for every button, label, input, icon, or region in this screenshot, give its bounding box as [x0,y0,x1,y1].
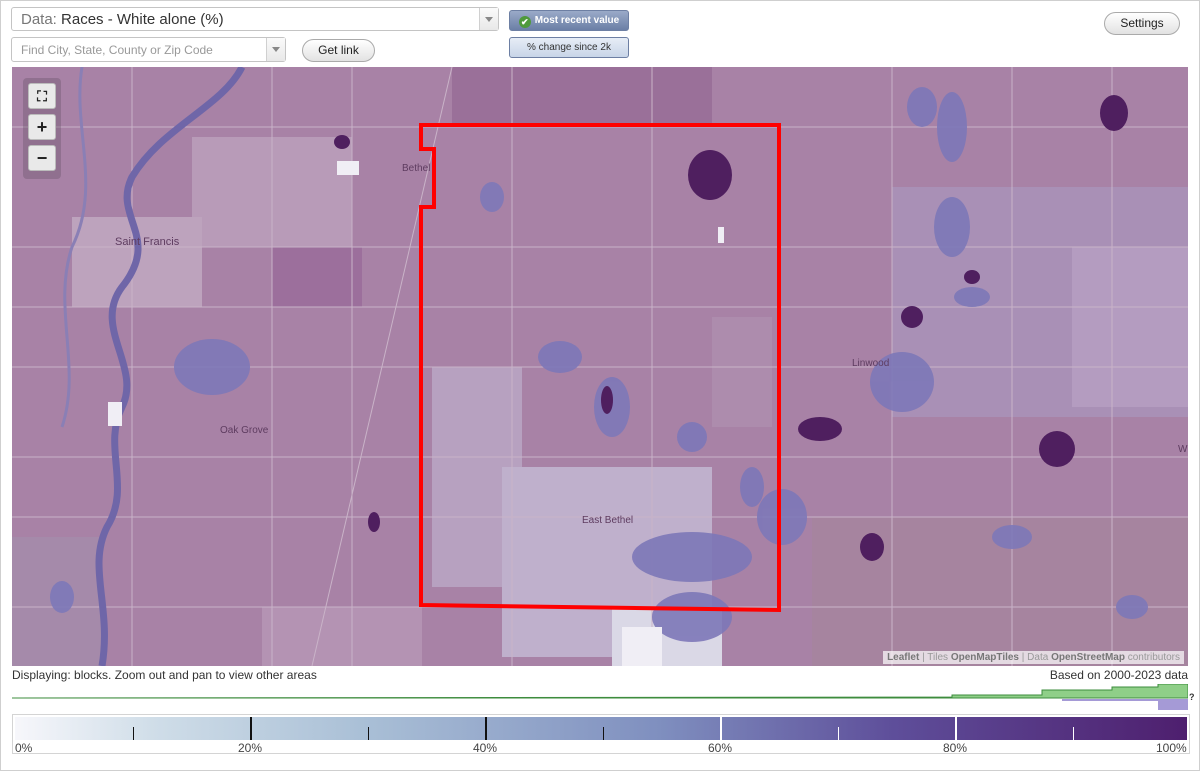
tiles-prefix: Tiles [927,652,949,663]
legend-tick [368,727,369,740]
get-link-button[interactable]: Get link [302,39,375,62]
zoom-control: ⛶ + − [23,78,61,179]
legend-label: 20% [238,741,263,755]
map-canvas [12,67,1188,666]
legend-label: 80% [943,741,968,755]
legend-label: 100% [1156,741,1187,755]
most-recent-label: Most recent value [534,15,620,26]
search-input[interactable] [12,38,264,61]
legend-tick [838,727,839,740]
place-label-linwood: Linwood [852,358,890,369]
map-attribution: Leaflet | Tiles OpenMapTiles | Data Open… [883,651,1184,664]
dark-block [272,247,362,307]
legend-label: 60% [708,741,733,755]
data-select-text: Data: Races - White alone (%) [21,11,224,28]
openmaptiles-link[interactable]: OpenMapTiles [951,652,1019,663]
percent-change-button[interactable]: % change since 2k [509,37,629,58]
settings-button[interactable]: Settings [1104,12,1180,35]
check-icon: ✔ [518,16,531,28]
displaying-note: Displaying: blocks. Zoom out and pan to … [12,668,317,682]
openstreetmap-link[interactable]: OpenStreetMap [1051,652,1125,663]
place-label-saint-francis: Saint Francis [115,236,180,248]
legend-tick [955,717,957,740]
data-value: Races - White alone (%) [61,11,224,28]
legend-tick [720,717,722,740]
histogram-positive [12,684,1188,699]
data-range-note: Based on 2000-2023 data [1049,668,1188,682]
legend-gradient [15,717,1187,740]
contributors-text: contributors [1127,652,1180,663]
zoom-out-button[interactable]: − [28,145,56,171]
place-label-edge: W [1178,444,1188,455]
place-label-oak-grove: Oak Grove [220,425,269,436]
histogram-help-icon[interactable]: ? [1189,692,1195,702]
legend-label: 40% [473,741,498,755]
place-label-bethel: Bethel [402,163,431,174]
legend-tick [133,727,134,740]
data-label: Data: [21,11,57,28]
chevron-down-icon[interactable] [266,38,285,61]
data-prefix: Data [1027,652,1049,663]
map-view[interactable]: Bethel Saint Francis Oak Grove Linwood E… [12,67,1188,666]
color-legend: 0% 20% 40% 60% 80% 100% [12,714,1190,755]
place-label-east-bethel: East Bethel [582,515,634,526]
histogram-negative [12,699,1188,710]
leaflet-link[interactable]: Leaflet [887,652,919,663]
light-block [1072,247,1188,407]
location-search[interactable] [11,37,286,62]
data-select[interactable]: Data: Races - White alone (%) [11,7,499,31]
legend-tick [485,717,487,740]
legend-tick [250,717,252,740]
chevron-down-icon[interactable] [479,8,498,30]
light-block [712,317,772,427]
zoom-in-button[interactable]: + [28,114,56,140]
legend-tick [1073,727,1074,740]
most-recent-value-button[interactable]: ✔ Most recent value [509,10,629,31]
light-block [262,607,422,666]
dark-block [452,67,712,127]
legend-label: 0% [15,741,33,755]
distribution-histogram [12,684,1188,710]
fit-bounds-icon[interactable]: ⛶ [28,83,56,109]
legend-tick [603,727,604,740]
